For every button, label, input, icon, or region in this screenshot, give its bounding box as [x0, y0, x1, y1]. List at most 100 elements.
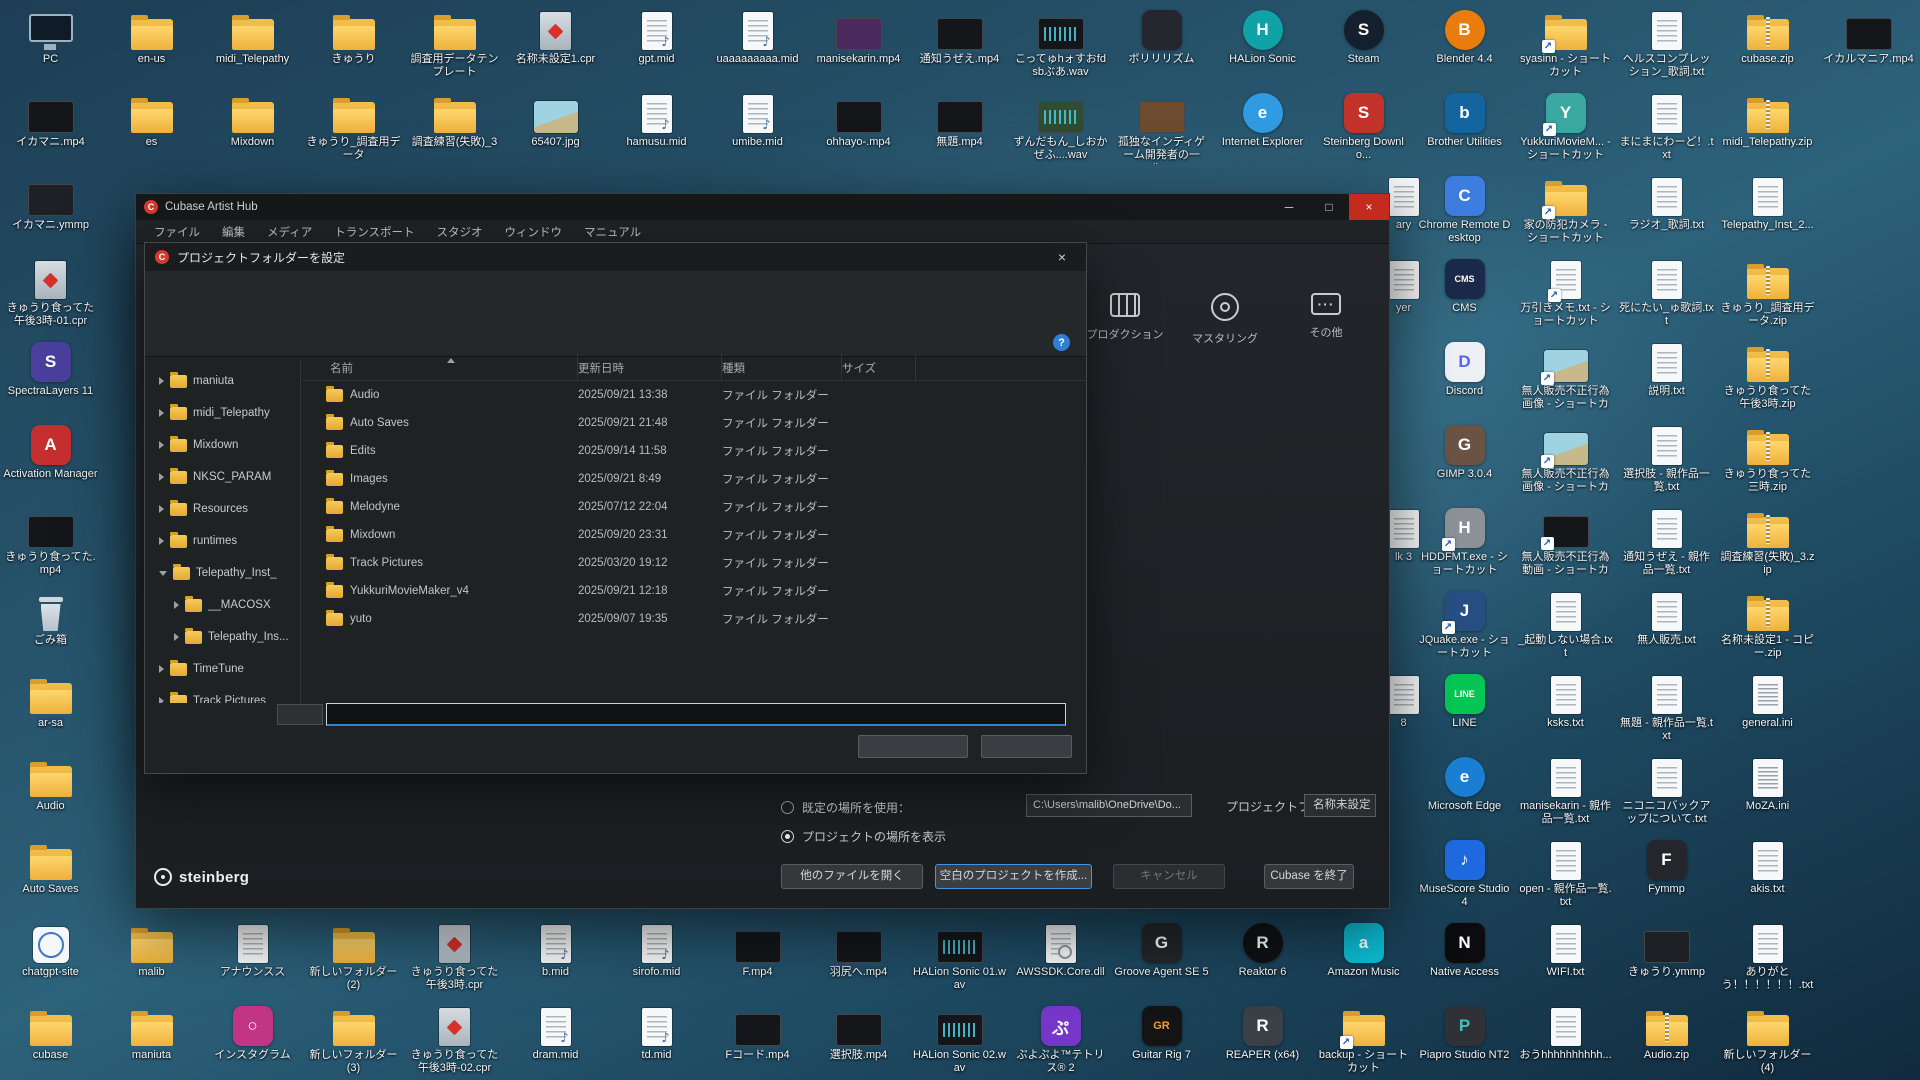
- tree-item[interactable]: Track Pictures: [145, 685, 300, 703]
- desktop-icon[interactable]: Telepathy_Inst_2...: [1718, 170, 1817, 232]
- desktop-icon[interactable]: 新しいフォルダー (4): [1718, 1000, 1817, 1076]
- file-row[interactable]: Edits2025/09/14 11:58ファイル フォルダー: [302, 437, 1085, 465]
- folder-name-input[interactable]: [326, 703, 1066, 726]
- desktop-icon[interactable]: きゅうり食ってた三時.zip: [1718, 419, 1817, 495]
- window-titlebar[interactable]: C Cubase Artist Hub ─ □ ×: [136, 194, 1389, 220]
- desktop-icon[interactable]: sirofo.mid: [607, 917, 706, 979]
- desktop-icon[interactable]: きゅうり食ってた午後3時.zip: [1718, 336, 1817, 412]
- column-header[interactable]: サイズ: [842, 355, 916, 380]
- desktop-icon[interactable]: ずんだもん_しおかぜふ....wav: [1011, 87, 1110, 163]
- tree-item[interactable]: Mixdown: [145, 429, 300, 461]
- desktop-icon[interactable]: GGroove Agent SE 5: [1112, 917, 1211, 979]
- desktop-icon[interactable]: ヘルスコンプレッション_歌詞.txt: [1617, 4, 1716, 80]
- prompt-location-option[interactable]: プロジェクトの場所を表示: [781, 827, 946, 845]
- desktop-icon[interactable]: DDiscord: [1415, 336, 1514, 398]
- desktop-icon[interactable]: ↗backup - ショートカット: [1314, 1000, 1413, 1076]
- hub-category-other[interactable]: ···その他: [1280, 293, 1372, 340]
- desktop-icon[interactable]: きゅうり_調査用データ: [304, 87, 403, 163]
- desktop-icon[interactable]: ごみ箱: [1, 585, 100, 647]
- chevron-right-icon[interactable]: [159, 697, 164, 703]
- desktop-icon[interactable]: J↗JQuake.exe - ショートカット: [1415, 585, 1514, 661]
- desktop-icon[interactable]: cubase: [1, 1000, 100, 1062]
- desktop-icon[interactable]: きゅうり_調査用データ.zip: [1718, 253, 1817, 329]
- tree-item[interactable]: Resources: [145, 493, 300, 525]
- default-path-field[interactable]: C:\Users\malib\OneDrive\Do...: [1026, 794, 1192, 817]
- chevron-right-icon[interactable]: [159, 409, 164, 417]
- chevron-right-icon[interactable]: [174, 601, 179, 609]
- radio-selected-icon[interactable]: [781, 830, 794, 843]
- desktop-icon[interactable]: es: [102, 87, 201, 149]
- desktop-icon[interactable]: 65407.jpg: [506, 87, 605, 149]
- menu-item[interactable]: ファイル: [144, 221, 210, 243]
- desktop-icon[interactable]: manisekarin.mp4: [809, 4, 908, 66]
- tree-item[interactable]: TimeTune: [145, 653, 300, 685]
- desktop-icon[interactable]: WIFI.txt: [1516, 917, 1615, 979]
- file-row[interactable]: YukkuriMovieMaker_v42025/09/21 12:18ファイル…: [302, 577, 1085, 605]
- desktop-icon[interactable]: _起動しない場合.txt: [1516, 585, 1615, 661]
- desktop-icon[interactable]: ありがとう！！！！！！.txt: [1718, 917, 1817, 993]
- desktop-icon[interactable]: ニコニコバックアップについて.txt: [1617, 751, 1716, 827]
- desktop-icon[interactable]: GRGuitar Rig 7: [1112, 1000, 1211, 1062]
- sort-ascending-icon[interactable]: [447, 358, 455, 363]
- dialog-titlebar[interactable]: C プロジェクトフォルダーを設定 ×: [145, 243, 1086, 271]
- desktop-icon[interactable]: aAmazon Music: [1314, 917, 1413, 979]
- desktop-icon[interactable]: 無題.mp4: [910, 87, 1009, 149]
- desktop-icon[interactable]: きゅうり食ってた午後3時-01.cpr: [1, 253, 100, 329]
- file-row[interactable]: Audio2025/09/21 13:38ファイル フォルダー: [302, 381, 1085, 409]
- desktop-icon[interactable]: RReaktor 6: [1213, 917, 1312, 979]
- desktop-icon[interactable]: NNative Access: [1415, 917, 1514, 979]
- tree-item[interactable]: Telepathy_Inst_: [145, 557, 300, 589]
- desktop-icon[interactable]: ○インスタグラム: [203, 1000, 302, 1062]
- desktop-icon[interactable]: ラジオ_歌詞.txt: [1617, 170, 1716, 232]
- chevron-right-icon[interactable]: [159, 537, 164, 545]
- default-location-option[interactable]: 既定の場所を使用：: [781, 798, 910, 816]
- desktop-icon[interactable]: きゅうり食ってた.mp4: [1, 502, 100, 578]
- desktop-icon[interactable]: LINELINE: [1415, 668, 1514, 730]
- desktop-icon[interactable]: Audio.zip: [1617, 1000, 1716, 1062]
- radio-unselected-icon[interactable]: [781, 801, 794, 814]
- hub-cancel-button[interactable]: キャンセル: [1113, 864, 1225, 889]
- desktop-icon[interactable]: bBrother Utilities: [1415, 87, 1514, 149]
- desktop-icon[interactable]: eInternet Explorer: [1213, 87, 1312, 149]
- minimize-button[interactable]: ─: [1269, 194, 1309, 220]
- desktop-icon[interactable]: HALion Sonic 02.wav: [910, 1000, 1009, 1076]
- dialog-cancel-button[interactable]: [981, 735, 1072, 758]
- file-row[interactable]: Mixdown2025/09/20 23:31ファイル フォルダー: [302, 521, 1085, 549]
- desktop-icon[interactable]: ポリリリズム: [1112, 4, 1211, 66]
- desktop-icon[interactable]: open - 親作品一覧.txt: [1516, 834, 1615, 910]
- desktop-icon[interactable]: PC: [1, 4, 100, 66]
- desktop-icon[interactable]: 調査練習(失敗)_3: [405, 87, 504, 149]
- column-header[interactable]: 種類: [722, 355, 842, 380]
- tree-item[interactable]: NKSC_PARAM: [145, 461, 300, 493]
- desktop-icon[interactable]: AActivation Manager: [1, 419, 100, 481]
- menu-item[interactable]: スタジオ: [426, 221, 492, 243]
- desktop-icon[interactable]: ar-sa: [1, 668, 100, 730]
- quit-cubase-button[interactable]: Cubase を終了: [1264, 864, 1354, 889]
- desktop-icon[interactable]: RREAPER (x64): [1213, 1000, 1312, 1062]
- desktop-icon[interactable]: 新しいフォルダー (3): [304, 1000, 403, 1076]
- desktop-icon[interactable]: イカルマニア.mp4: [1819, 4, 1918, 66]
- desktop-icon[interactable]: ohhayo-.mp4: [809, 87, 908, 149]
- close-button[interactable]: ×: [1349, 194, 1389, 220]
- desktop-icon[interactable]: maniuta: [102, 1000, 201, 1062]
- desktop-icon[interactable]: きゅうり食ってた午後3時.cpr: [405, 917, 504, 993]
- file-row[interactable]: Auto Saves2025/09/21 21:48ファイル フォルダー: [302, 409, 1085, 437]
- desktop-icon[interactable]: 調査練習(失敗)_3.zip: [1718, 502, 1817, 578]
- desktop-icon[interactable]: まにまにわーど！.txt: [1617, 87, 1716, 163]
- desktop-icon[interactable]: きゅうり.ymmp: [1617, 917, 1716, 979]
- chevron-right-icon[interactable]: [159, 441, 164, 449]
- desktop-icon[interactable]: umibe.mid: [708, 87, 807, 149]
- desktop-icon[interactable]: b.mid: [506, 917, 605, 979]
- desktop-icon[interactable]: uaaaaaaaaa.mid: [708, 4, 807, 66]
- help-icon[interactable]: ?: [1053, 334, 1070, 351]
- tree-item[interactable]: runtimes: [145, 525, 300, 557]
- open-other-file-button[interactable]: 他のファイルを開く: [781, 864, 923, 889]
- desktop-icon[interactable]: 羽尻へ.mp4: [809, 917, 908, 979]
- chevron-down-icon[interactable]: [159, 571, 167, 576]
- desktop-icon[interactable]: midi_Telepathy: [203, 4, 302, 66]
- desktop-icon[interactable]: ぷぷよぷよ™テトリス® 2: [1011, 1000, 1110, 1076]
- file-row[interactable]: Melodyne2025/07/12 22:04ファイル フォルダー: [302, 493, 1085, 521]
- desktop-icon[interactable]: ↗万引きメモ.txt - ショートカット: [1516, 253, 1615, 329]
- tree-item[interactable]: __MACOSX: [145, 589, 300, 621]
- desktop-icon[interactable]: Audio: [1, 751, 100, 813]
